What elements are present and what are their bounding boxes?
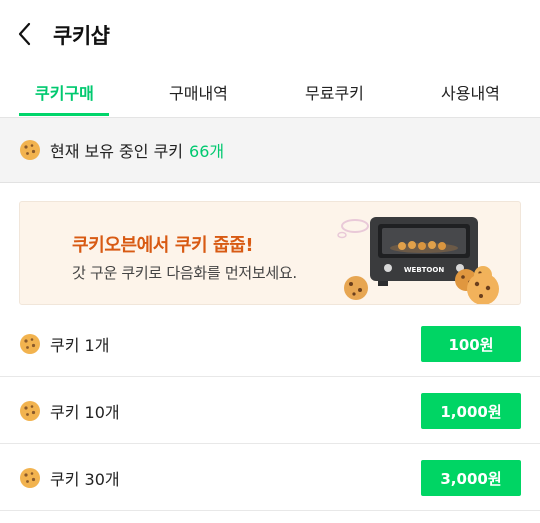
cookie-balance: 현재 보유 중인 쿠키 66개 [0,118,540,183]
tab-usage-history[interactable]: 사용내역 [441,80,500,104]
tab-cookie-purchase[interactable]: 쿠키구매 [35,80,94,104]
product-label: 쿠키 10개 [50,402,120,422]
product-label: 쿠키 1개 [50,335,110,355]
tab-bar: 쿠키구매 구매내역 무료쿠키 사용내역 [0,68,540,118]
cookie-oven-banner[interactable]: 쿠키오븐에서 쿠키 줍줍! 갓 구운 쿠키로 다음화를 먼저보세요. WEBTO… [19,201,521,305]
product-label: 쿠키 30개 [50,469,120,489]
active-tab-indicator [19,113,109,116]
tab-free-cookies[interactable]: 무료쿠키 [305,80,364,104]
product-row-30: 쿠키 30개 3,000원 [0,445,540,511]
buy-button-30[interactable]: 3,000원 [421,460,521,496]
tab-purchase-history[interactable]: 구매내역 [169,80,228,104]
cookie-icon [20,333,40,354]
chevron-left-icon [18,22,31,46]
cookie-icon [20,467,40,488]
buy-button-10[interactable]: 1,000원 [421,393,521,429]
cookie-icon [20,400,40,421]
buy-button-1[interactable]: 100원 [421,326,521,362]
page-title: 쿠키샵 [53,24,110,48]
banner-subtitle: 갓 구운 쿠키로 다음화를 먼저보세요. [72,264,297,282]
banner-title: 쿠키오븐에서 쿠키 줍줍! [72,235,254,256]
balance-label: 현재 보유 중인 쿠키 [50,142,184,161]
app-header: 쿠키샵 [0,0,540,68]
product-row-1: 쿠키 1개 100원 [0,311,540,377]
balance-count: 66개 [189,142,225,161]
cookie-icon [20,140,40,160]
cookie-oven-illustration: WEBTOON [337,217,499,304]
oven-brand-text: WEBTOON [404,266,445,274]
back-button[interactable] [14,20,38,48]
product-row-10: 쿠키 10개 1,000원 [0,378,540,444]
